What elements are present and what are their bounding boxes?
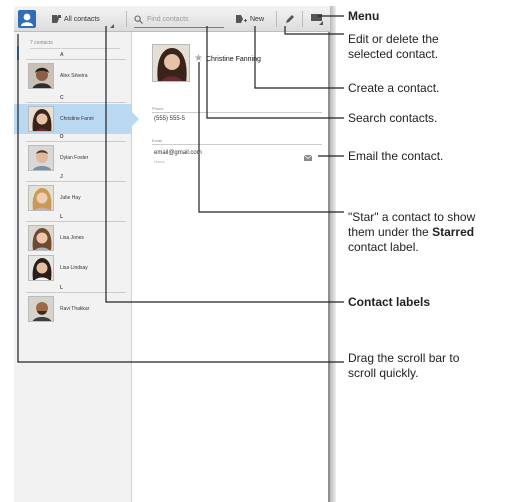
star-callout-text: them under the — [348, 225, 433, 239]
scroll-callout-line-1: Drag the scroll bar to — [348, 351, 460, 365]
email-callout-text: Email the contact. — [348, 149, 444, 163]
star-callout-line-2: them under the Starred — [348, 225, 520, 240]
labels-callout-line — [105, 26, 344, 303]
scroll-callout-line-2: scroll quickly. — [348, 366, 419, 380]
create-callout-line — [254, 26, 344, 89]
email-callout: Email the contact. — [348, 149, 520, 164]
edit-callout-line-2: selected contact. — [348, 47, 439, 61]
edit-callout-line — [284, 26, 344, 35]
search-callout-line — [206, 26, 344, 119]
starred-label-text: Starred — [432, 225, 475, 239]
create-callout-text: Create a contact. — [348, 81, 440, 95]
star-callout-line-3: contact label. — [348, 240, 419, 254]
search-callout-text: Search contacts. — [348, 111, 438, 125]
labels-callout: Contact labels — [348, 295, 520, 310]
edit-callout: Edit or delete the selected contact. — [348, 32, 520, 62]
create-callout: Create a contact. — [348, 81, 520, 96]
star-callout-line-1: "Star" a contact to show — [348, 210, 476, 224]
menu-callout: Menu — [348, 9, 520, 24]
scroll-callout-line — [17, 34, 344, 363]
search-callout: Search contacts. — [348, 111, 520, 126]
menu-callout-text: Menu — [348, 9, 380, 23]
star-callout-line — [198, 62, 344, 213]
labels-callout-text: Contact labels — [348, 295, 431, 309]
star-callout: "Star" a contact to show them under the … — [348, 210, 520, 255]
edit-callout-line-1: Edit or delete the — [348, 32, 439, 46]
scroll-callout: Drag the scroll bar to scroll quickly. — [348, 351, 520, 381]
